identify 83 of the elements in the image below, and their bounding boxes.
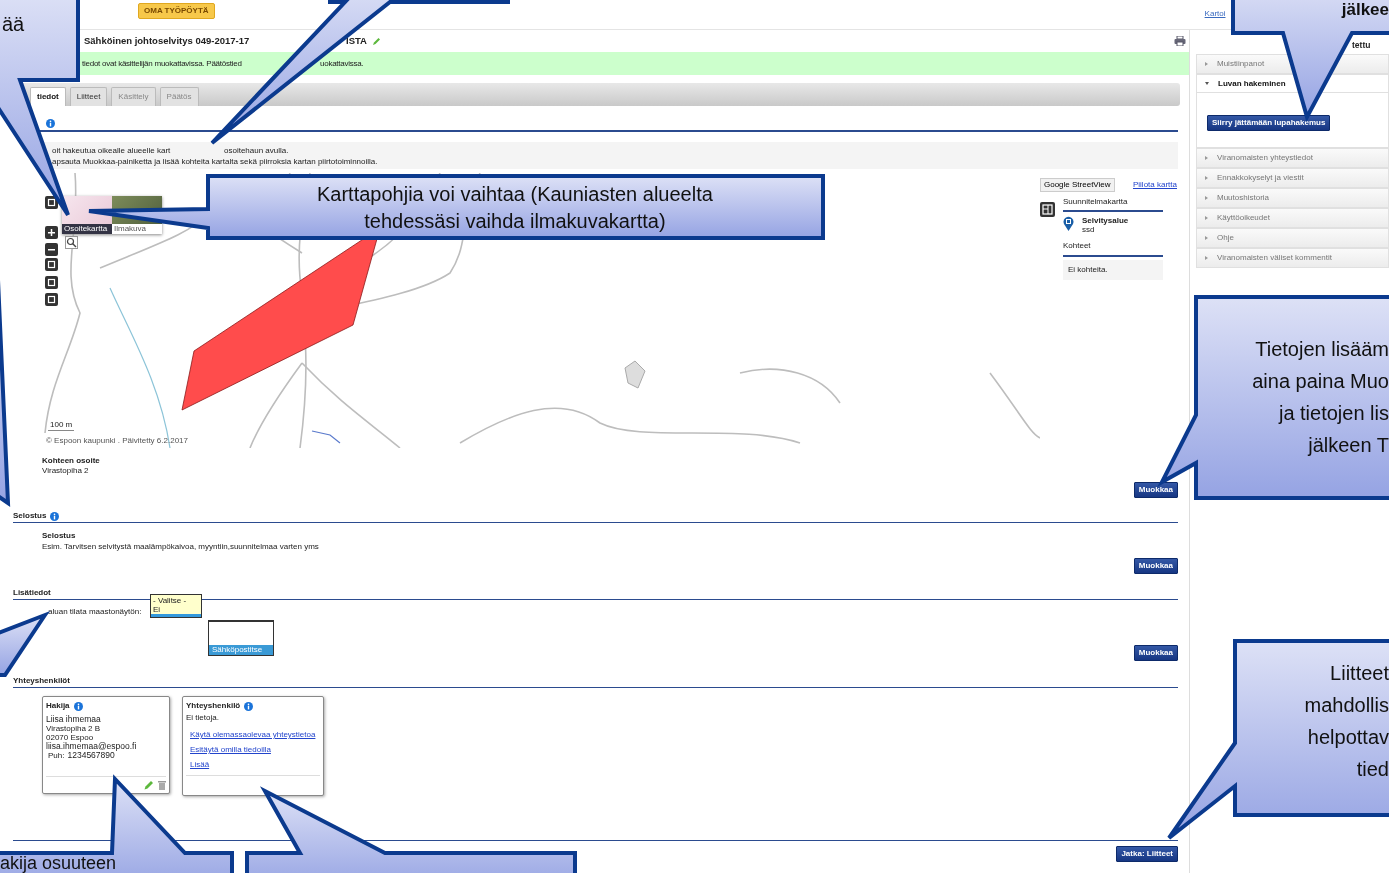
- section-heading: Lisätiedot: [13, 588, 51, 597]
- card-title: Hakija: [46, 700, 70, 712]
- square-icon: [45, 258, 58, 271]
- empty-text: Ei tietoja.: [186, 712, 220, 724]
- contact-address: 02070 Espoo: [46, 733, 94, 742]
- callout-text: Karttapohjia voi vaihtaa (Kauniasten alueelta tehdessäsi vaihda ilmakuvakartta): [317, 182, 713, 234]
- zoom-in-button[interactable]: [45, 226, 58, 239]
- empty-text: Ei kohteita.: [1063, 260, 1163, 280]
- callout-text: akija osuuteen: [0, 855, 117, 872]
- phone-label: Puh:: [48, 751, 65, 760]
- help-text: oit hakeutua oikealle alueelle kart: [52, 145, 172, 156]
- callout-text: Tietojen lisääm aina paina Muo ja tietojen lis jälkeen T: [1252, 337, 1389, 458]
- contact-link[interactable]: Lisää: [190, 760, 210, 769]
- callout-text: jälkee: [1341, 1, 1389, 19]
- contact-link[interactable]: Esitäytä omilla tiedoilla: [190, 745, 271, 754]
- callout-text: ää: [2, 12, 25, 36]
- accordion-header[interactable]: Muutoshistoria: [1217, 192, 1270, 204]
- contact-link[interactable]: Käytä olemassaolevaa yhteystietoa: [190, 730, 316, 739]
- layers-icon: [1040, 202, 1055, 217]
- map-tool-button[interactable]: [45, 276, 58, 289]
- sidebar-title: tettu: [1352, 40, 1371, 50]
- plus-icon: [45, 226, 58, 239]
- map-attribution: © Espoon kaupunki . Päivitetty 6.2.2017: [46, 436, 188, 446]
- trash-icon: [158, 780, 166, 790]
- help-text: osoitehaun avulla.: [224, 145, 289, 156]
- accordion-header[interactable]: Ohje: [1217, 232, 1234, 244]
- callout-text: Liitteet mahdollis helpottav tied: [1304, 661, 1389, 782]
- layer-option[interactable]: Osoitekartta: [62, 224, 112, 234]
- section-heading: Yhteyshenkilöt: [13, 676, 70, 685]
- edit-button[interactable]: Muokkaa: [1133, 558, 1178, 574]
- field-value: Esim. Tarvitsen selvitystä maalämpökaivoa, myyntiin,suunnitelmaa varten yms: [42, 541, 320, 552]
- square-icon: [45, 196, 58, 209]
- notice-text: tiedot ovat käsittelijän muokattavissa. Päätöstied: [82, 58, 242, 68]
- tab[interactable]: tiedot: [30, 87, 66, 106]
- edit-button[interactable]: Muokkaa: [1133, 482, 1178, 498]
- contact-address: Virastopiha 2 B: [46, 724, 102, 733]
- hide-map-link[interactable]: Piilota kartta: [1132, 179, 1177, 191]
- map-marker-icon: [1063, 216, 1074, 231]
- field-label: Kohteen osoite: [42, 456, 101, 466]
- info-icon: [244, 701, 254, 711]
- card-title: Yhteyshenkilö: [186, 700, 241, 712]
- edit-button[interactable]: Muokkaa: [1133, 645, 1178, 661]
- continue-button[interactable]: Jatka: Liitteet: [1116, 846, 1178, 862]
- page-title: ISTA: [346, 33, 367, 48]
- legend-label: ssd: [1082, 225, 1096, 234]
- streetview-button[interactable]: Google StreetView: [1040, 178, 1115, 192]
- field-label: Selostus: [42, 530, 77, 541]
- zoom-out-button[interactable]: [45, 243, 58, 256]
- search-icon: [66, 237, 77, 248]
- dropdown-list[interactable]: - Valitse - Ei: [150, 594, 202, 618]
- section-heading: Selostus: [13, 510, 47, 522]
- panel-heading: Suunnitelmakartta: [1063, 196, 1163, 212]
- dropdown-option[interactable]: - Valitse -: [153, 596, 199, 605]
- field-label: aluan tilata maastonäytön:: [48, 606, 142, 618]
- map-scale: 100 m: [48, 420, 75, 431]
- pencil-icon: [371, 36, 381, 46]
- accordion-header[interactable]: Muistiinpanot: [1217, 58, 1265, 70]
- map-tool-button[interactable]: [45, 293, 58, 306]
- square-icon: [45, 293, 58, 306]
- pencil-icon: [144, 780, 154, 790]
- legend-label: Selvitysalue: [1082, 216, 1129, 225]
- tab[interactable]: Liitteet: [69, 87, 108, 106]
- page-title: Sähköinen johtoselvitys 049-2017-17: [84, 34, 250, 46]
- home-button[interactable]: OMA TYÖPÖYTÄ: [138, 3, 215, 19]
- contact-name: Liisa ihmemaa: [46, 715, 102, 724]
- map-tool-button[interactable]: [45, 258, 58, 271]
- contact-email: liisa.ihmemaa@espoo.fi: [46, 742, 138, 751]
- info-icon: [73, 701, 83, 711]
- phone-number: 1234567890: [67, 751, 115, 760]
- accordion-header[interactable]: Käyttöoikeudet: [1217, 212, 1270, 224]
- info-icon: [46, 119, 55, 129]
- search-button[interactable]: [65, 236, 78, 249]
- top-link[interactable]: Kartoi: [1204, 8, 1226, 20]
- notice-text: uokattavissa.: [320, 57, 364, 70]
- info-icon: [50, 511, 60, 521]
- print-icon: [1174, 36, 1186, 46]
- apply-button[interactable]: Siirry jättämään lupahakemus: [1207, 115, 1331, 131]
- field-value: Virastopiha 2: [42, 466, 90, 476]
- layer-option[interactable]: Ilmakuva: [112, 224, 162, 234]
- panel-heading: Kohteet: [1063, 240, 1163, 257]
- dropdown-option[interactable]: Ei: [153, 605, 199, 614]
- help-text: apsauta Muokkaa-painiketta ja lisää kohteita kartalta sekä piirroksia kartan piirtotoiminnoilla.: [52, 156, 378, 167]
- square-icon: [45, 276, 58, 289]
